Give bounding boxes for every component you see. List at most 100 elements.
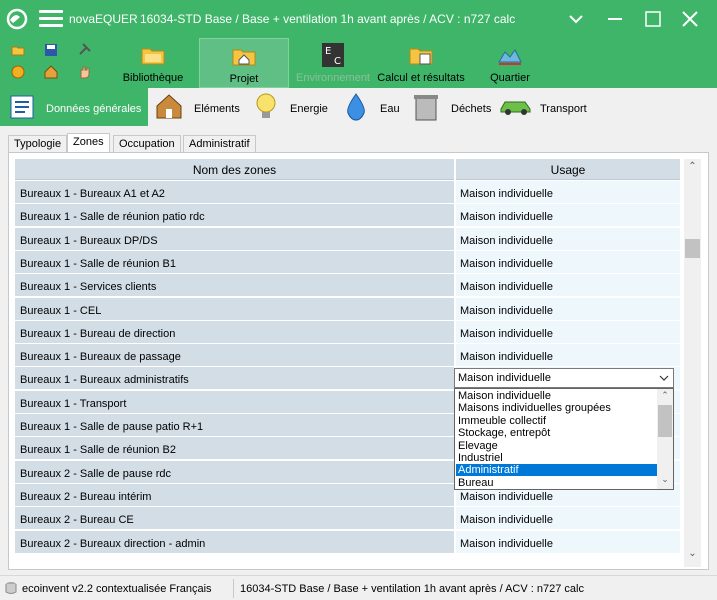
vertical-scrollbar[interactable]: ⌃ ⌄ — [684, 159, 701, 567]
ribbon-tool-label: Bibliothèque — [122, 72, 184, 84]
chevron-down-icon — [659, 375, 669, 381]
hand-icon[interactable] — [78, 65, 92, 79]
general-data-icon — [10, 95, 34, 119]
zone-name-cell[interactable]: Bureaux 2 - Bureaux direction - admin — [15, 530, 454, 553]
table-row[interactable]: Bureaux 1 - Salle de réunion patio rdc Ma… — [15, 204, 680, 227]
scroll-thumb[interactable] — [685, 239, 700, 258]
zone-name-cell[interactable]: Bureaux 1 - Bureau de direction — [15, 320, 454, 343]
table-row[interactable]: Bureaux 1 - Salle de réunion B1 Maison in… — [15, 250, 680, 274]
dropdown-option[interactable]: Elevage — [456, 440, 657, 452]
dropdown-option[interactable]: Stockage, entrepôt — [456, 427, 657, 439]
zone-usage-cell[interactable]: Maison individuelle — [456, 320, 680, 343]
document-title: 16034-STD Base / Base + ventilation 1h a… — [140, 12, 516, 26]
car-icon — [500, 101, 531, 115]
category-elements[interactable]: Eléments — [155, 88, 245, 126]
dropdown-option[interactable]: Bureau — [456, 477, 657, 489]
scroll-up-arrow-icon[interactable]: ⌃ — [684, 161, 701, 178]
dropdown-option[interactable]: Industriel — [456, 452, 657, 464]
ribbon-tool-label: Calcul et résultats — [377, 72, 465, 84]
dropdown-option[interactable]: Maisons individuelles groupées — [456, 402, 657, 414]
zone-name-cell[interactable]: Bureaux 1 - Salle de pause patio R+1 — [15, 414, 454, 436]
zone-name-cell[interactable]: Bureaux 1 - CEL — [15, 297, 454, 320]
zone-name-cell[interactable]: Bureaux 1 - Transport — [15, 390, 454, 413]
category-label: Données générales — [46, 103, 142, 115]
zone-name-cell[interactable]: Bureaux 2 - Bureau intérim — [15, 483, 454, 506]
open-folder-icon[interactable] — [11, 43, 25, 57]
minimize-icon[interactable] — [604, 8, 626, 30]
ribbon-tool-projet[interactable]: Projet — [199, 38, 289, 88]
chevron-down-icon[interactable] — [565, 8, 587, 30]
ribbon-toolbar: Bibliothèque Projet EC Environnement Cal… — [0, 38, 717, 88]
category-label: Transport — [540, 103, 587, 115]
save-icon[interactable] — [44, 43, 58, 57]
hamburger-menu-icon[interactable] — [39, 10, 63, 28]
zone-name-cell[interactable]: Bureaux 1 - Bureaux administratifs — [15, 367, 454, 390]
ribbon-tool-calcul[interactable]: Calcul et résultats — [376, 38, 466, 88]
zone-usage-cell[interactable]: Maison individuelle — [456, 297, 680, 320]
category-donnees-generales[interactable]: Données générales — [0, 88, 148, 126]
zone-name-cell[interactable]: Bureaux 1 - Salle de réunion B1 — [15, 250, 454, 273]
zone-name-cell[interactable]: Bureaux 1 - Bureaux de passage — [15, 344, 454, 367]
zone-usage-cell[interactable]: Maison individuelle — [456, 344, 680, 367]
status-bar: ecoinvent v2.2 contextualisée Français 1… — [0, 575, 717, 600]
zone-name-cell[interactable]: Bureaux 1 - Bureaux A1 et A2 — [15, 181, 454, 203]
tab-zones[interactable]: Zones — [67, 133, 110, 152]
dropdown-scrollbar[interactable]: ⌃ ⌄ — [657, 389, 673, 489]
scroll-thumb[interactable] — [658, 405, 672, 437]
building-icon — [156, 94, 182, 119]
zone-name-cell[interactable]: Bureaux 1 - Salle de réunion B2 — [15, 437, 454, 460]
svg-text:E: E — [325, 46, 331, 57]
dropdown-option[interactable]: Administratif — [456, 464, 657, 477]
table-row[interactable]: Bureaux 1 - Bureaux A1 et A2 Maison indiv… — [15, 181, 680, 204]
category-transport[interactable]: Transport — [499, 88, 599, 126]
category-label: Energie — [290, 103, 328, 115]
category-energie[interactable]: Energie — [254, 88, 334, 126]
ribbon-tool-environnement[interactable]: EC Environnement — [293, 38, 373, 88]
tab-administratif[interactable]: Administratif — [183, 135, 256, 152]
table-row[interactable]: Bureaux 2 - Bureaux direction - admin Mai… — [15, 530, 680, 554]
zone-usage-cell[interactable]: Maison individuelle — [456, 204, 680, 227]
table-row[interactable]: Bureaux 2 - Bureau CE Maison individuelle — [15, 507, 680, 530]
tools-icon[interactable] — [78, 42, 92, 56]
zone-name-cell[interactable]: Bureaux 2 - Bureau CE — [15, 507, 454, 530]
scroll-up-arrow-icon[interactable]: ⌃ — [657, 390, 673, 404]
ribbon-tool-quartier[interactable]: Quartier — [475, 38, 545, 88]
column-header-usage[interactable]: Usage — [456, 159, 680, 180]
zone-usage-cell[interactable]: Maison individuelle — [456, 227, 680, 250]
tab-typologie[interactable]: Typologie — [8, 135, 68, 152]
zone-usage-cell[interactable]: Maison individuelle — [456, 507, 680, 530]
table-row[interactable]: Bureaux 1 - Bureaux DP/DS Maison individu… — [15, 227, 680, 251]
home-icon[interactable] — [44, 65, 58, 79]
column-header-nom[interactable]: Nom des zones — [15, 159, 454, 180]
zone-usage-cell[interactable]: Maison individuelle — [456, 181, 680, 203]
table-row[interactable]: Bureaux 1 - Bureau de direction Maison in… — [15, 320, 680, 344]
dropdown-option[interactable]: Maison individuelle — [456, 390, 657, 402]
zone-name-cell[interactable]: Bureaux 1 - Salle de réunion patio rdc — [15, 204, 454, 227]
maximize-icon[interactable] — [642, 8, 664, 30]
usage-select[interactable]: Maison individuelle — [454, 368, 674, 388]
usage-dropdown-list: Maison individuelle Maisons individuelles… — [454, 388, 674, 490]
folder-calc-icon — [409, 48, 433, 65]
tab-occupation[interactable]: Occupation — [113, 135, 181, 152]
table-row[interactable]: Bureaux 1 - CEL Maison individuelle — [15, 297, 680, 321]
database-icon — [5, 582, 17, 594]
zone-name-cell[interactable]: Bureaux 1 - Services clients — [15, 274, 454, 297]
help-icon[interactable] — [11, 65, 25, 79]
category-dechets[interactable]: Déchets — [412, 88, 492, 126]
zone-name-cell[interactable]: Bureaux 2 - Salle de pause rdc — [15, 460, 454, 483]
scroll-down-arrow-icon[interactable]: ⌄ — [657, 474, 673, 488]
ribbon-tool-label: Environnement — [296, 72, 370, 84]
close-icon[interactable] — [679, 8, 701, 30]
scroll-down-arrow-icon[interactable]: ⌄ — [684, 548, 701, 565]
zone-name-cell[interactable]: Bureaux 1 - Bureaux DP/DS — [15, 227, 454, 250]
zone-usage-cell[interactable]: Maison individuelle — [456, 250, 680, 273]
dropdown-option[interactable]: Immeuble collectif — [456, 415, 657, 427]
ribbon-tool-label: Projet — [229, 73, 259, 85]
category-eau[interactable]: Eau — [344, 88, 404, 126]
zone-usage-cell[interactable]: Maison individuelle — [456, 274, 680, 297]
ribbon-tool-bibliotheque[interactable]: Bibliothèque — [113, 38, 193, 88]
table-row[interactable]: Bureaux 1 - Services clients Maison indiv… — [15, 274, 680, 297]
zone-usage-cell[interactable]: Maison individuelle — [456, 530, 680, 553]
ribbon-tool-label: Quartier — [490, 72, 530, 84]
table-row[interactable]: Bureaux 1 - Bureaux de passage Maison ind… — [15, 344, 680, 367]
